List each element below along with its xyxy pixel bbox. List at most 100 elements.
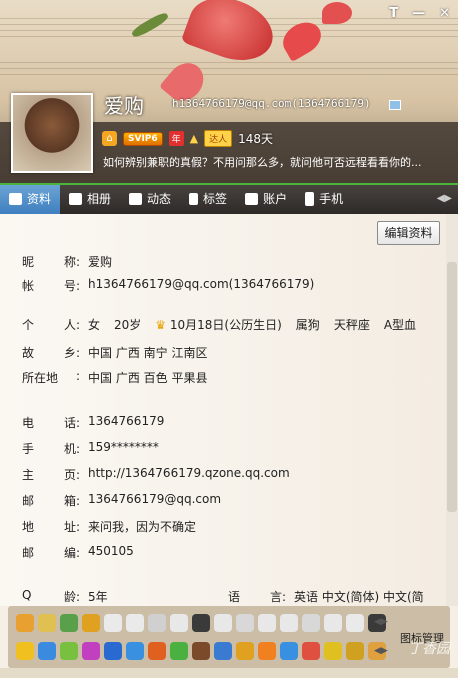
svip-badge[interactable]: SVIP6 <box>123 131 163 146</box>
blood-type: A型血 <box>383 318 417 332</box>
tab-mobile[interactable]: 手机 <box>296 183 352 214</box>
field-label: 邮箱: <box>22 494 80 508</box>
tab-profile[interactable]: 资料 <box>0 183 61 214</box>
field-label: 地址: <box>22 520 80 534</box>
service-icon[interactable] <box>104 614 122 632</box>
field-value: 女 20岁 ♛ 10月18日(公历生日) 属狗 天秤座 A型血 <box>88 316 416 333</box>
skin-button[interactable]: T <box>389 6 398 21</box>
service-icon[interactable] <box>192 614 210 632</box>
tab-label: 标签 <box>203 192 228 206</box>
service-icon[interactable] <box>302 642 320 660</box>
scrollbar-thumb[interactable] <box>447 262 457 512</box>
daren-badge[interactable]: 达人 <box>204 130 233 147</box>
service-icon[interactable] <box>148 642 166 660</box>
service-icon[interactable] <box>346 614 364 632</box>
petal-decoration <box>277 16 327 62</box>
service-icon[interactable] <box>324 642 342 660</box>
field-zip: 邮编: 450105 <box>22 544 134 561</box>
badge-row: ⌂ SVIP6 年 ▲ 达人 148天 <box>102 130 273 147</box>
tab-label: 资料 <box>27 192 52 206</box>
app-icon[interactable] <box>82 642 100 660</box>
year-badge: 年 <box>168 131 184 146</box>
field-label: 电话: <box>22 416 80 430</box>
service-icon[interactable] <box>170 614 188 632</box>
field-value: 5年 <box>88 590 108 604</box>
minimize-button[interactable]: — <box>412 6 425 21</box>
field-label: 邮编: <box>22 546 80 560</box>
service-icon[interactable] <box>60 642 78 660</box>
service-icon[interactable] <box>324 614 342 632</box>
active-days: 148天 <box>238 132 274 146</box>
window-controls: T — ✕ <box>389 6 450 21</box>
tab-label: 动态 <box>147 192 172 206</box>
field-label: 故乡: <box>22 346 80 360</box>
watermark: 丁香园 <box>408 641 450 657</box>
edit-profile-button[interactable]: 编辑资料 <box>377 221 440 245</box>
service-icon[interactable] <box>214 642 232 660</box>
service-icon[interactable] <box>346 642 364 660</box>
icons-scroll-arrows[interactable]: ◀▶ <box>374 646 388 656</box>
service-icon[interactable] <box>170 642 188 660</box>
service-icon[interactable] <box>148 614 166 632</box>
service-icon[interactable] <box>16 614 34 632</box>
field-value: 中国 广西 南宁 江南区 <box>88 346 208 360</box>
pc-online-icon <box>389 100 401 110</box>
wallet-icon <box>245 192 259 205</box>
profile-details: 编辑资料 昵称: 爱购 帐号: h1364766179@qq.com(13647… <box>0 214 446 606</box>
tab-album[interactable]: 相册 <box>60 183 120 214</box>
star-icon[interactable] <box>16 642 34 660</box>
service-icon[interactable] <box>126 614 144 632</box>
field-value: 中国 广西 百色 平果县 <box>88 371 208 385</box>
avatar[interactable] <box>11 93 93 173</box>
feed-icon <box>129 192 143 205</box>
tab-label: 账户 <box>263 192 288 206</box>
field-value: 爱购 <box>88 255 113 269</box>
tab-tags[interactable]: 标签 <box>180 183 236 214</box>
service-icon[interactable] <box>280 642 298 660</box>
tab-scroll-arrows[interactable]: ◀▶ <box>437 193 458 204</box>
service-icon[interactable] <box>60 614 78 632</box>
qzone-icon[interactable]: ⌂ <box>102 131 117 146</box>
petal-decoration <box>322 2 352 24</box>
service-icon[interactable] <box>38 614 56 632</box>
field-value: 159******** <box>88 440 159 454</box>
scrollbar[interactable] <box>446 214 458 606</box>
field-language: 语言: 英语 中文(简体) 中文(简 <box>228 588 424 605</box>
service-icon[interactable] <box>236 614 254 632</box>
signature: 如何辨别兼职的真假？不用问那么多，就问他可否远程看看你的... <box>103 156 422 169</box>
field-label: Q 龄: <box>22 588 80 604</box>
tab-feed[interactable]: 动态 <box>120 183 180 214</box>
field-address: 地址: 来问我，因为不确定 <box>22 518 196 535</box>
service-icon[interactable] <box>258 642 276 660</box>
photo-icon <box>69 192 83 205</box>
icons-scroll-arrows[interactable]: ◀▶ <box>374 617 388 627</box>
service-icon[interactable] <box>214 614 232 632</box>
tab-account[interactable]: 账户 <box>236 183 296 214</box>
profile-account: h1364766179@qq.com(1364766179) <box>172 97 371 110</box>
music-staff-line <box>0 62 458 63</box>
bookmark-icon <box>189 192 199 205</box>
field-value: 1364766179@qq.com <box>88 492 222 506</box>
up-arrow-icon: ▲ <box>189 132 199 145</box>
service-icon[interactable] <box>280 614 298 632</box>
service-icons-row-1 <box>16 614 386 632</box>
constellation: 天秤座 <box>333 318 370 332</box>
field-qage: Q 龄: 5年 <box>22 588 108 605</box>
field-label: 所在地: <box>22 369 80 385</box>
service-icon[interactable] <box>82 614 100 632</box>
service-icon[interactable] <box>192 642 210 660</box>
service-icon[interactable] <box>302 614 320 632</box>
service-icon-bar: ◀▶ 图标管理 ◀▶ <box>8 606 450 668</box>
service-icon[interactable] <box>38 642 56 660</box>
field-location: 所在地: 中国 广西 百色 平果县 <box>22 369 207 386</box>
homepage-link[interactable]: http://1364766179.qzone.qq.com <box>88 466 290 483</box>
service-icon[interactable] <box>126 642 144 660</box>
service-icon[interactable] <box>258 614 276 632</box>
close-button[interactable]: ✕ <box>439 6 450 21</box>
field-personal: 个人: 女 20岁 ♛ 10月18日(公历生日) 属狗 天秤座 A型血 <box>22 316 416 333</box>
field-email: 邮箱: 1364766179@qq.com <box>22 492 221 509</box>
service-icon[interactable] <box>104 642 122 660</box>
profile-nickname: 爱购 <box>104 94 144 118</box>
service-icon[interactable] <box>236 642 254 660</box>
field-label: 帐号: <box>22 279 80 293</box>
